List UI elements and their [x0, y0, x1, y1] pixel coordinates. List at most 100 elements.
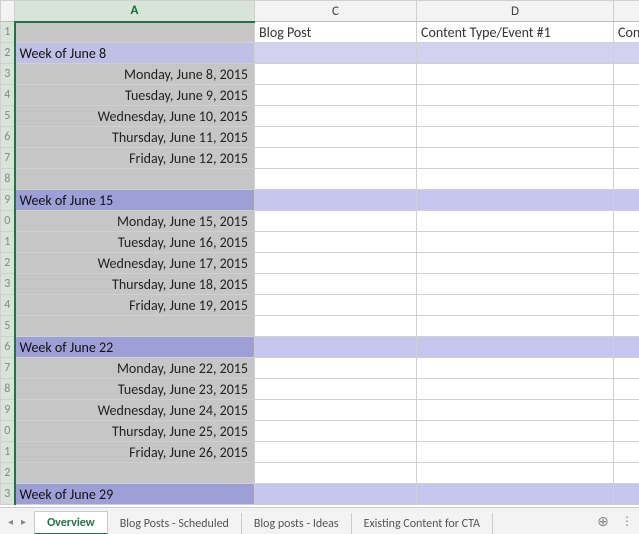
cell[interactable]: [614, 358, 639, 379]
sheet-tab-existing[interactable]: Existing Content for CTA: [352, 513, 493, 534]
cell[interactable]: [614, 274, 639, 295]
cell[interactable]: [614, 169, 639, 190]
cell[interactable]: [255, 400, 417, 421]
cell[interactable]: [417, 190, 614, 211]
row-num[interactable]: 2: [1, 253, 15, 274]
cell[interactable]: [614, 421, 639, 442]
cell[interactable]: [255, 43, 417, 64]
cell[interactable]: [614, 106, 639, 127]
row-num[interactable]: 5: [1, 106, 15, 127]
cell[interactable]: [614, 148, 639, 169]
cell[interactable]: [255, 295, 417, 316]
cell[interactable]: [417, 421, 614, 442]
cell[interactable]: [255, 85, 417, 106]
col-header-C[interactable]: C: [255, 1, 417, 22]
cell[interactable]: [417, 274, 614, 295]
col-header-E[interactable]: [614, 1, 639, 22]
cell[interactable]: [417, 127, 614, 148]
cell-E1[interactable]: Cont: [614, 22, 639, 43]
row-num[interactable]: 1: [1, 232, 15, 253]
empty-cell[interactable]: [15, 463, 255, 484]
cell[interactable]: [255, 253, 417, 274]
date-cell[interactable]: Thursday, June 18, 2015: [15, 274, 255, 295]
row-num[interactable]: 7: [1, 148, 15, 169]
cell[interactable]: [417, 484, 614, 505]
cell[interactable]: [614, 379, 639, 400]
cell-A1[interactable]: [15, 22, 255, 43]
cell[interactable]: [255, 169, 417, 190]
cell[interactable]: [417, 379, 614, 400]
cell[interactable]: [614, 442, 639, 463]
cell[interactable]: [417, 400, 614, 421]
cell[interactable]: [255, 211, 417, 232]
col-header-D[interactable]: D: [417, 1, 614, 22]
cell[interactable]: [614, 85, 639, 106]
date-cell[interactable]: Wednesday, June 17, 2015: [15, 253, 255, 274]
row-num[interactable]: 1: [1, 22, 15, 43]
col-header-A[interactable]: A: [15, 1, 255, 22]
cell[interactable]: [614, 484, 639, 505]
date-cell[interactable]: Friday, June 26, 2015: [15, 442, 255, 463]
cell[interactable]: [417, 358, 614, 379]
row-num[interactable]: 1: [1, 442, 15, 463]
row-num[interactable]: 0: [1, 211, 15, 232]
cell[interactable]: [417, 442, 614, 463]
cell[interactable]: [417, 85, 614, 106]
cell[interactable]: [417, 64, 614, 85]
tab-nav-prev-icon[interactable]: ◂: [8, 515, 13, 528]
row-num[interactable]: 8: [1, 379, 15, 400]
select-all-corner[interactable]: [1, 1, 15, 22]
week-header[interactable]: Week of June 29: [15, 484, 255, 505]
cell[interactable]: [255, 274, 417, 295]
cell[interactable]: [614, 400, 639, 421]
sheet-tab-overview[interactable]: Overview: [34, 511, 108, 534]
cell-C1[interactable]: Blog Post: [255, 22, 417, 43]
date-cell[interactable]: Wednesday, June 10, 2015: [15, 106, 255, 127]
cell[interactable]: [417, 232, 614, 253]
cell[interactable]: [255, 337, 417, 358]
date-cell[interactable]: Monday, June 8, 2015: [15, 64, 255, 85]
cell[interactable]: [417, 295, 614, 316]
cell[interactable]: [255, 379, 417, 400]
row-num[interactable]: 6: [1, 337, 15, 358]
date-cell[interactable]: Tuesday, June 9, 2015: [15, 85, 255, 106]
spreadsheet-grid[interactable]: A C D 1 Blog Post Content Type/Event #1 …: [0, 0, 639, 507]
row-num[interactable]: 0: [1, 421, 15, 442]
date-cell[interactable]: Thursday, June 25, 2015: [15, 421, 255, 442]
more-icon[interactable]: ⋮: [615, 508, 639, 534]
cell[interactable]: [614, 463, 639, 484]
cell[interactable]: [255, 316, 417, 337]
date-cell[interactable]: Thursday, June 11, 2015: [15, 127, 255, 148]
cell[interactable]: [614, 253, 639, 274]
row-num[interactable]: 2: [1, 43, 15, 64]
cell[interactable]: [614, 337, 639, 358]
date-cell[interactable]: Tuesday, June 16, 2015: [15, 232, 255, 253]
cell[interactable]: [417, 316, 614, 337]
week-header[interactable]: Week of June 8: [15, 43, 255, 64]
sheet-tab-ideas[interactable]: Blog posts - Ideas: [242, 513, 352, 534]
cell[interactable]: [417, 337, 614, 358]
cell[interactable]: [255, 484, 417, 505]
cell[interactable]: [417, 43, 614, 64]
cell[interactable]: [614, 316, 639, 337]
row-num[interactable]: 3: [1, 484, 15, 505]
date-cell[interactable]: Monday, June 15, 2015: [15, 211, 255, 232]
cell[interactable]: [255, 421, 417, 442]
cell[interactable]: [255, 106, 417, 127]
cell[interactable]: [614, 295, 639, 316]
cell[interactable]: [417, 106, 614, 127]
cell[interactable]: [614, 211, 639, 232]
row-num[interactable]: 4: [1, 85, 15, 106]
row-num[interactable]: 3: [1, 64, 15, 85]
row-num[interactable]: 7: [1, 358, 15, 379]
cell[interactable]: [417, 148, 614, 169]
add-sheet-icon[interactable]: ⊕: [591, 508, 615, 534]
row-num[interactable]: 8: [1, 169, 15, 190]
cell[interactable]: [614, 43, 639, 64]
date-cell[interactable]: Tuesday, June 23, 2015: [15, 379, 255, 400]
cell[interactable]: [614, 64, 639, 85]
row-num[interactable]: 5: [1, 316, 15, 337]
cell[interactable]: [614, 190, 639, 211]
empty-cell[interactable]: [15, 169, 255, 190]
cell[interactable]: [417, 253, 614, 274]
